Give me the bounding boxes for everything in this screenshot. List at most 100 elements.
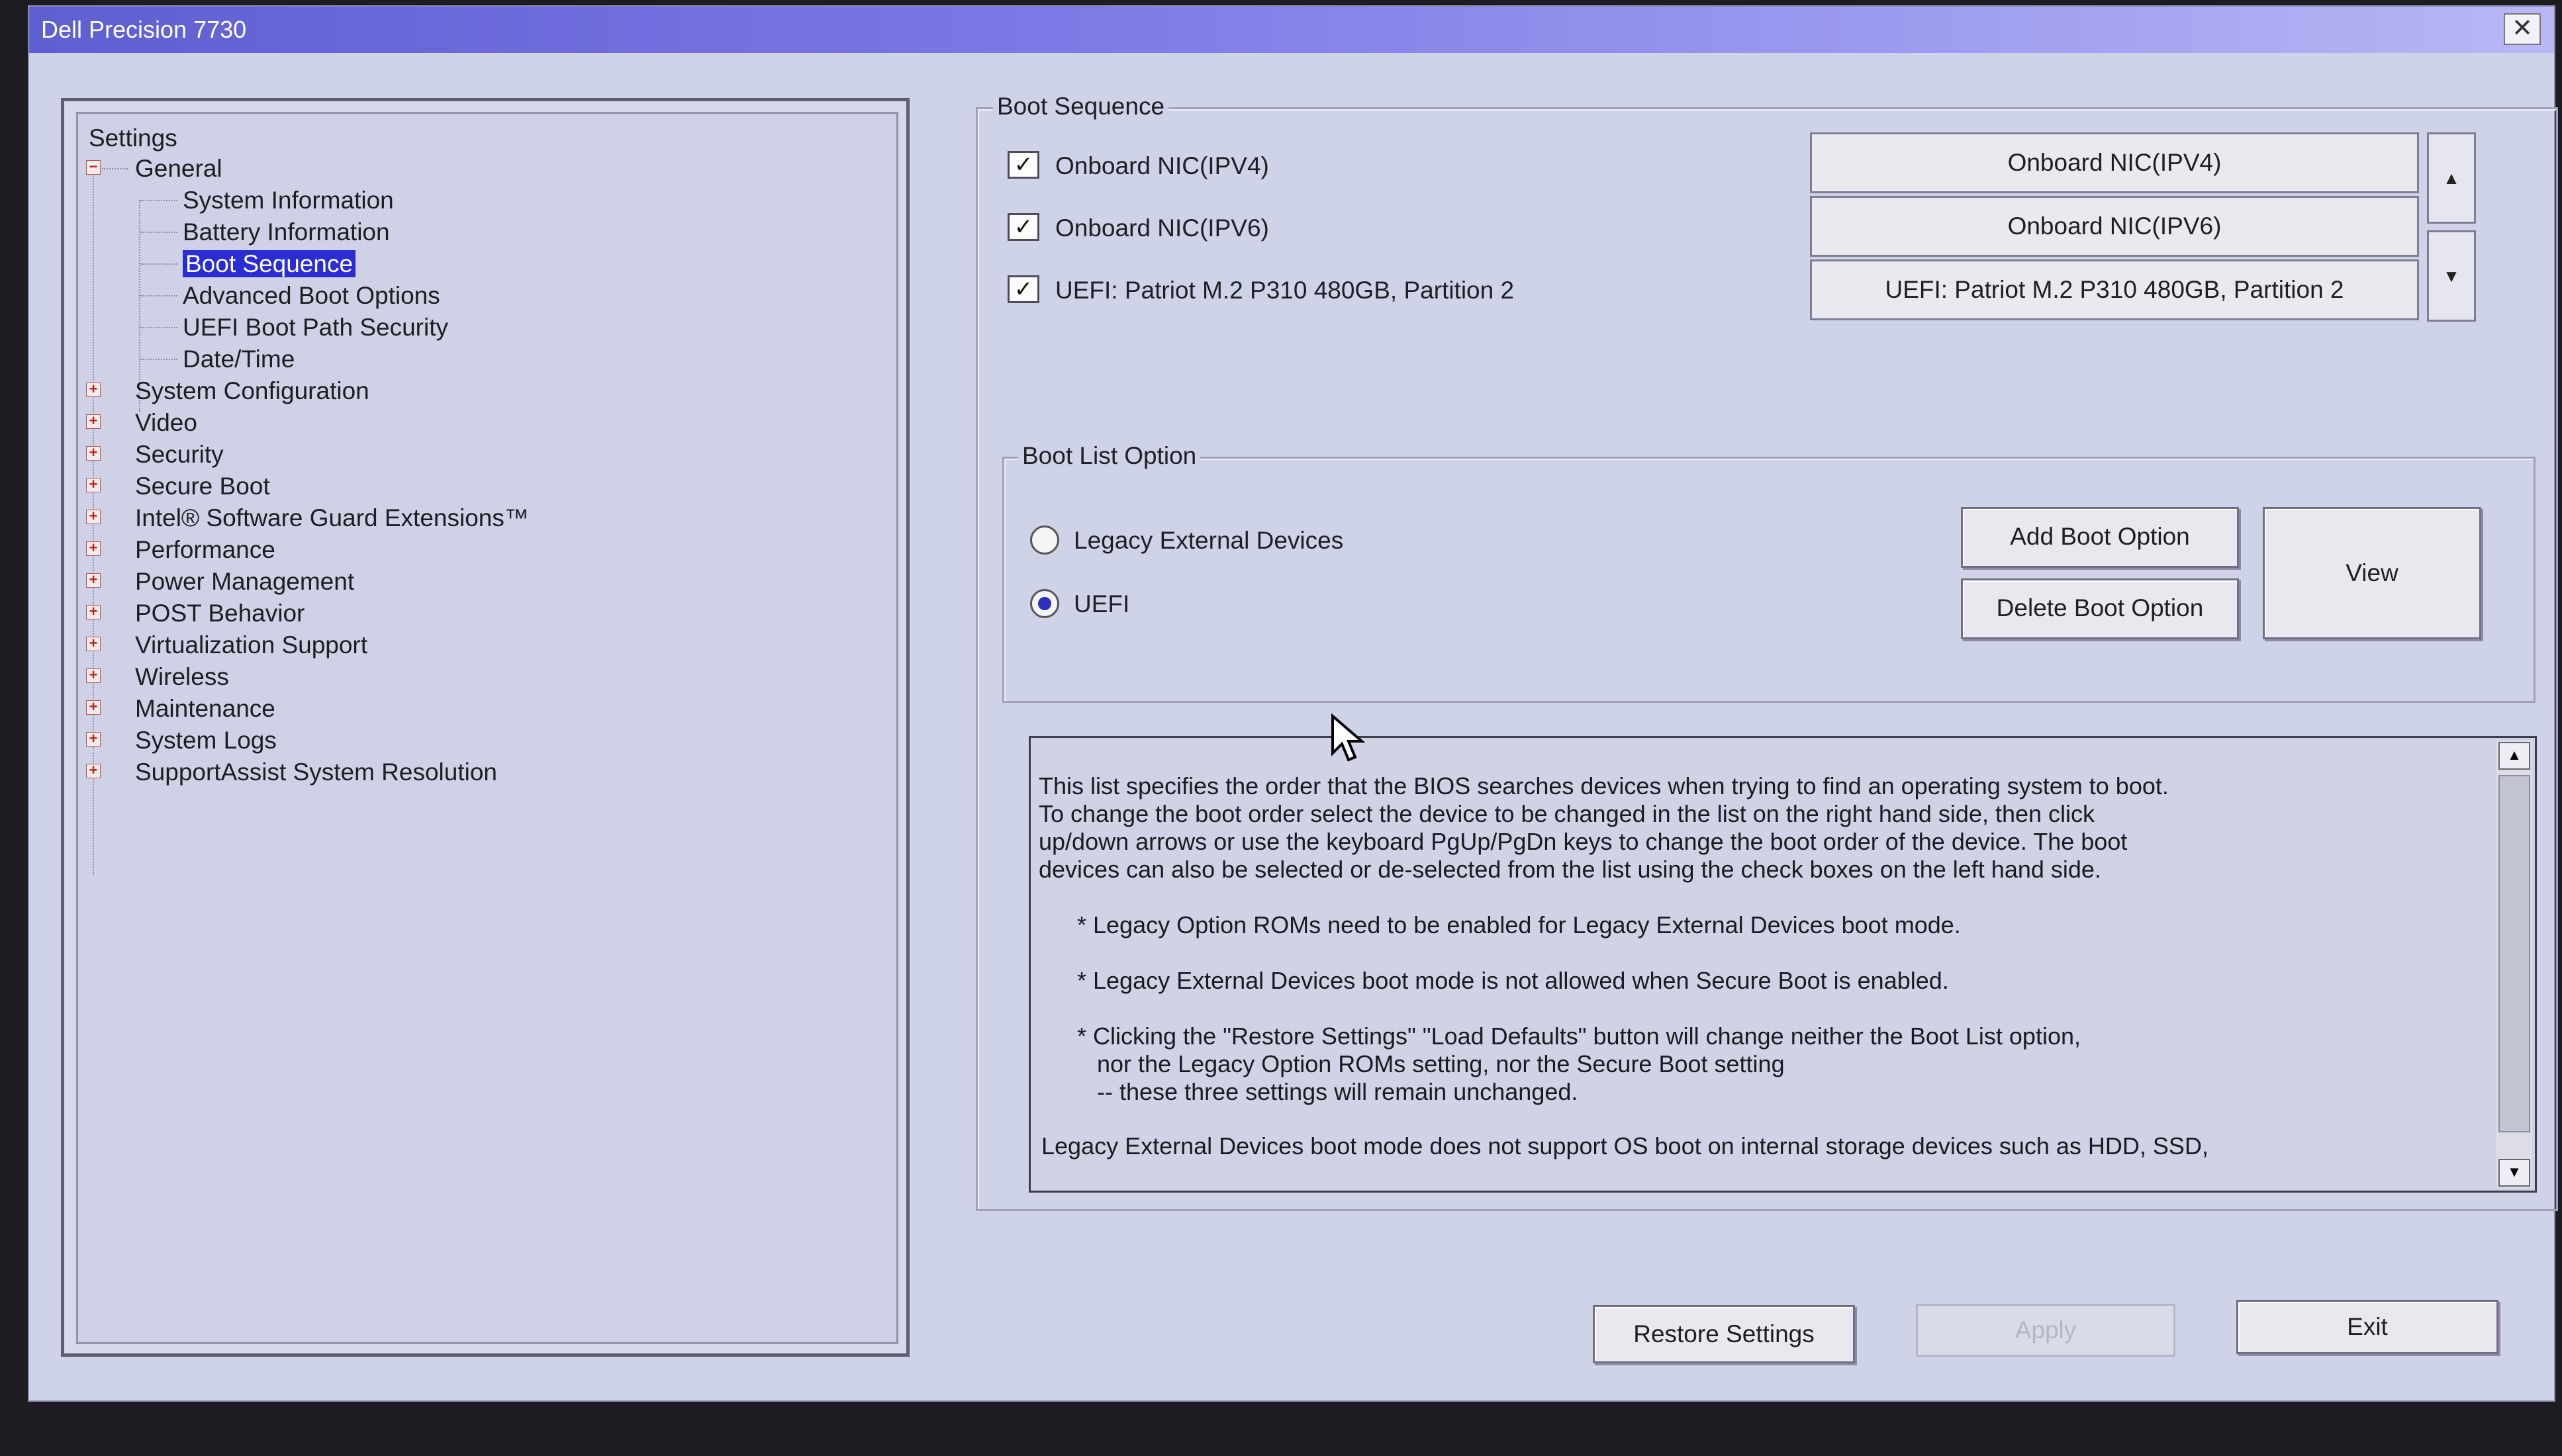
- tree-item-uefi-boot-path-security[interactable]: UEFI Boot Path Security: [183, 312, 448, 343]
- tree-guide-line: [140, 200, 177, 201]
- tree-item-maintenance[interactable]: Maintenance: [135, 694, 275, 724]
- add-boot-option-button[interactable]: Add Boot Option: [1961, 507, 2239, 568]
- tree-guide-line: [140, 327, 177, 328]
- apply-button[interactable]: Apply: [1916, 1304, 2175, 1357]
- tree-item-label: Performance: [135, 536, 275, 563]
- settings-tree[interactable]: Settings − General System Information Ba…: [76, 112, 898, 1344]
- boot-item-label: Onboard NIC(IPV6): [1055, 214, 1269, 242]
- tree-item-label: Security: [135, 441, 224, 468]
- tree-item-label: Virtualization Support: [135, 631, 368, 659]
- tree-guide-line: [140, 295, 177, 296]
- radio-legacy-label: Legacy External Devices: [1074, 527, 1344, 554]
- expand-icon[interactable]: +: [86, 445, 101, 461]
- boot-order-item[interactable]: Onboard NIC(IPV4): [1810, 132, 2419, 193]
- expand-icon[interactable]: +: [86, 763, 101, 778]
- tree-guide-line: [140, 263, 177, 265]
- move-up-button[interactable]: ▲: [2427, 132, 2476, 224]
- radio-legacy[interactable]: [1030, 525, 1059, 555]
- tree-item-label: System Information: [183, 187, 394, 214]
- tree-item-system-logs[interactable]: System Logs: [135, 725, 277, 756]
- tree-item-label: Wireless: [135, 663, 229, 690]
- mouse-cursor-icon: [1331, 713, 1366, 762]
- boot-item-label: UEFI: Patriot M.2 P310 480GB, Partition …: [1055, 277, 1515, 304]
- tree-item-supportassist[interactable]: SupportAssist System Resolution: [135, 757, 497, 788]
- tree-item-system-configuration[interactable]: System Configuration: [135, 376, 369, 406]
- tree-item-system-information[interactable]: System Information: [183, 185, 394, 216]
- boot-order-item[interactable]: UEFI: Patriot M.2 P310 480GB, Partition …: [1810, 259, 2419, 320]
- boot-item-checkbox[interactable]: ✓: [1008, 213, 1039, 241]
- check-icon: ✓: [1014, 214, 1033, 240]
- tree-item-label: Date/Time: [183, 345, 295, 373]
- expand-icon[interactable]: +: [86, 668, 101, 683]
- expand-icon[interactable]: +: [86, 636, 101, 651]
- tree-item-security[interactable]: Security: [135, 439, 224, 470]
- expand-icon[interactable]: +: [86, 700, 101, 715]
- description-note: * Clicking the "Restore Settings" "Load …: [1077, 1023, 2081, 1105]
- bios-window: Dell Precision 7730 ✕ Settings − General…: [28, 5, 2558, 1402]
- boot-item-label: Onboard NIC(IPV4): [1055, 152, 1269, 179]
- tree-item-performance[interactable]: Performance: [135, 535, 275, 565]
- scroll-thumb[interactable]: [2498, 775, 2530, 1132]
- description-note: * Legacy Option ROMs need to be enabled …: [1077, 911, 1961, 938]
- collapse-icon[interactable]: −: [86, 159, 101, 175]
- tree-item-label: SupportAssist System Resolution: [135, 758, 498, 786]
- tree-item-label: System Logs: [135, 727, 277, 754]
- scroll-down-icon[interactable]: ▼: [2498, 1159, 2530, 1187]
- tree-item-label: Video: [135, 409, 197, 436]
- tree-item-boot-sequence[interactable]: Boot Sequence: [183, 249, 356, 279]
- description-panel: This list specifies the order that the B…: [1029, 736, 2537, 1193]
- tree-item-label: POST Behavior: [135, 600, 305, 627]
- tree-item-date-time[interactable]: Date/Time: [183, 344, 295, 375]
- tree-guide-line: [102, 168, 128, 169]
- tree-item-battery-information[interactable]: Battery Information: [183, 217, 390, 248]
- boot-item-checkbox[interactable]: ✓: [1008, 275, 1039, 303]
- expand-icon[interactable]: +: [86, 477, 101, 492]
- description-paragraph: This list specifies the order that the B…: [1039, 772, 2169, 883]
- tree-item-wireless[interactable]: Wireless: [135, 662, 229, 692]
- boot-item-checkbox[interactable]: ✓: [1008, 151, 1039, 179]
- expand-icon[interactable]: +: [86, 414, 101, 429]
- expand-icon[interactable]: +: [86, 731, 101, 747]
- move-down-button[interactable]: ▼: [2427, 230, 2476, 322]
- description-note: * Legacy External Devices boot mode is n…: [1077, 967, 1949, 994]
- tree-item-label: System Configuration: [135, 377, 369, 404]
- window-title: Dell Precision 7730: [41, 16, 247, 43]
- arrow-down-icon: ▼: [2443, 266, 2460, 286]
- tree-guide-line: [140, 232, 177, 233]
- tree-item-secure-boot[interactable]: Secure Boot: [135, 471, 270, 502]
- exit-button[interactable]: Exit: [2236, 1300, 2498, 1354]
- restore-settings-button[interactable]: Restore Settings: [1593, 1305, 1855, 1363]
- radio-uefi-label: UEFI: [1074, 590, 1130, 617]
- description-scrollbar[interactable]: ▲ ▼: [2496, 741, 2532, 1188]
- view-button[interactable]: View: [2263, 507, 2481, 639]
- tree-item-virtualization-support[interactable]: Virtualization Support: [135, 630, 367, 660]
- tree-item-label: UEFI Boot Path Security: [183, 314, 449, 341]
- expand-icon[interactable]: +: [86, 382, 101, 397]
- tree-item-label: Advanced Boot Options: [183, 282, 440, 309]
- expand-icon[interactable]: +: [86, 572, 101, 588]
- expand-icon[interactable]: +: [86, 541, 101, 556]
- check-icon: ✓: [1014, 152, 1033, 177]
- delete-boot-option-button[interactable]: Delete Boot Option: [1961, 578, 2239, 639]
- expand-icon[interactable]: +: [86, 509, 101, 524]
- arrow-up-icon: ▲: [2443, 168, 2460, 188]
- tree-item-settings[interactable]: Settings: [89, 123, 177, 154]
- expand-icon[interactable]: +: [86, 604, 101, 619]
- boot-order-item[interactable]: Onboard NIC(IPV6): [1810, 196, 2419, 257]
- radio-uefi[interactable]: [1030, 589, 1059, 618]
- description-footer: Legacy External Devices boot mode does n…: [1041, 1132, 2208, 1160]
- boot-list-option-title: Boot List Option: [1018, 442, 1201, 470]
- close-button[interactable]: ✕: [2504, 13, 2541, 45]
- tree-item-general[interactable]: General: [135, 154, 222, 184]
- tree-item-intel-sgx[interactable]: Intel® Software Guard Extensions™: [135, 503, 529, 533]
- tree-item-video[interactable]: Video: [135, 408, 197, 438]
- scroll-up-icon[interactable]: ▲: [2498, 742, 2530, 770]
- tree-item-post-behavior[interactable]: POST Behavior: [135, 598, 305, 629]
- tree-item-label: General: [135, 155, 222, 182]
- tree-item-label: Intel® Software Guard Extensions™: [135, 504, 529, 531]
- tree-item-label: Battery Information: [183, 218, 390, 246]
- tree-item-power-management[interactable]: Power Management: [135, 567, 354, 597]
- close-icon: ✕: [2512, 15, 2533, 42]
- tree-guide-line: [140, 359, 177, 360]
- tree-item-advanced-boot-options[interactable]: Advanced Boot Options: [183, 281, 440, 311]
